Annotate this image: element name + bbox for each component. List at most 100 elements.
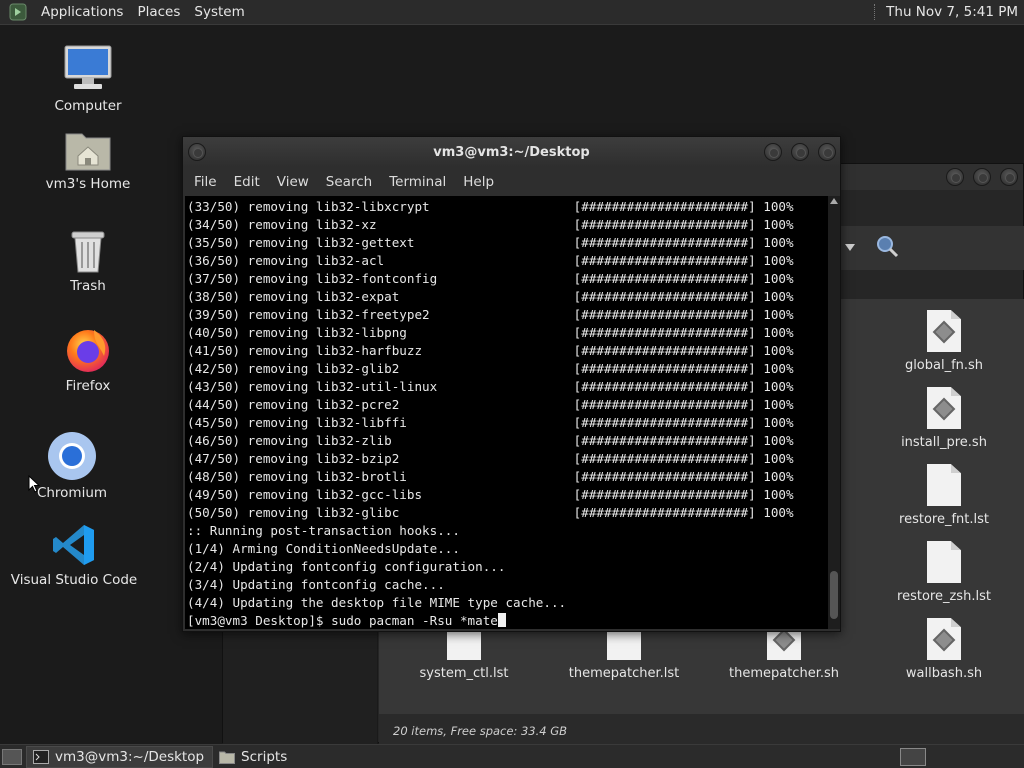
desktop-icon-label: Trash bbox=[70, 278, 106, 294]
workspace-switcher[interactable] bbox=[900, 747, 926, 766]
terminal-output[interactable]: (33/50) removing lib32-libxcrypt [######… bbox=[185, 196, 828, 629]
terminal-prompt-line[interactable]: [vm3@vm3 Desktop]$ sudo pacman -Rsu *mat… bbox=[187, 612, 828, 629]
folder-icon bbox=[219, 751, 236, 764]
terminal-line: (41/50) removing lib32-harfbuzz [#######… bbox=[187, 343, 794, 358]
search-icon[interactable] bbox=[875, 234, 899, 258]
desktop-icon-firefox[interactable]: Firefox bbox=[23, 326, 153, 394]
desktop-icon-label: Visual Studio Code bbox=[10, 572, 138, 588]
chevron-down-icon[interactable] bbox=[845, 244, 855, 252]
distro-logo-icon[interactable] bbox=[8, 3, 28, 21]
vscode-icon bbox=[9, 522, 139, 568]
file-manager-statusbar: 20 items, Free space: 33.4 GB bbox=[379, 714, 1024, 744]
home-folder-icon bbox=[23, 128, 153, 172]
file-item[interactable]: global_fn.sh bbox=[879, 310, 1009, 373]
menu-view[interactable]: View bbox=[270, 174, 316, 190]
taskbar-item-scripts[interactable]: Scripts bbox=[213, 746, 295, 768]
terminal-menubar: File Edit View Search Terminal Help bbox=[183, 167, 840, 196]
file-item[interactable]: restore_zsh.lst bbox=[879, 541, 1009, 604]
script-file-icon bbox=[927, 387, 961, 429]
terminal-line: (49/50) removing lib32-gcc-libs [#######… bbox=[187, 487, 794, 502]
terminal-line: (1/4) Arming ConditionNeedsUpdate... bbox=[187, 541, 460, 556]
terminal-line: (2/4) Updating fontconfig configuration.… bbox=[187, 559, 506, 574]
desktop-icon-computer[interactable]: Computer bbox=[23, 44, 153, 114]
menu-search[interactable]: Search bbox=[319, 174, 379, 190]
desktop-icon-home[interactable]: vm3's Home bbox=[23, 128, 153, 192]
taskbar-item-terminal[interactable]: vm3@vm3:~/Desktop bbox=[26, 745, 214, 768]
file-name: restore_zsh.lst bbox=[897, 589, 991, 604]
terminal-line: (40/50) removing lib32-libpng [#########… bbox=[187, 325, 794, 340]
minimize-button[interactable] bbox=[764, 143, 782, 161]
file-name: restore_fnt.lst bbox=[899, 512, 989, 527]
menu-help[interactable]: Help bbox=[456, 174, 501, 190]
mouse-pointer-icon bbox=[28, 475, 40, 493]
file-item[interactable]: install_pre.sh bbox=[879, 387, 1009, 450]
terminal-line: (47/50) removing lib32-bzip2 [##########… bbox=[187, 451, 794, 466]
terminal-line: (44/50) removing lib32-pcre2 [##########… bbox=[187, 397, 794, 412]
terminal-line: (43/50) removing lib32-util-linux [#####… bbox=[187, 379, 794, 394]
terminal-line: (35/50) removing lib32-gettext [########… bbox=[187, 235, 794, 250]
top-panel: Applications Places System Thu Nov 7, 5:… bbox=[0, 0, 1024, 25]
computer-icon bbox=[23, 44, 153, 94]
file-name: global_fn.sh bbox=[904, 358, 984, 373]
script-file-icon bbox=[927, 618, 961, 660]
file-manager-search-area bbox=[841, 226, 1024, 270]
terminal-scrollbar[interactable] bbox=[828, 196, 840, 629]
terminal-line: (36/50) removing lib32-acl [############… bbox=[187, 253, 794, 268]
scroll-up-icon[interactable] bbox=[830, 198, 838, 204]
typed-command: sudo pacman -Rsu *mate bbox=[331, 613, 498, 628]
desktop-icon-label: Chromium bbox=[36, 485, 108, 501]
terminal-titlebar[interactable]: vm3@vm3:~/Desktop bbox=[183, 137, 840, 167]
file-name: system_ctl.lst bbox=[419, 666, 509, 681]
terminal-title: vm3@vm3:~/Desktop bbox=[433, 145, 590, 160]
close-button[interactable] bbox=[818, 143, 836, 161]
terminal-line: (34/50) removing lib32-xz [#############… bbox=[187, 217, 794, 232]
window-menu-button[interactable] bbox=[188, 143, 206, 161]
terminal-line: (46/50) removing lib32-zlib [###########… bbox=[187, 433, 794, 448]
maximize-button[interactable] bbox=[791, 143, 809, 161]
terminal-line: (50/50) removing lib32-glibc [##########… bbox=[187, 505, 794, 520]
chromium-icon bbox=[7, 431, 137, 481]
file-name: themepatcher.lst bbox=[568, 666, 680, 681]
menu-edit[interactable]: Edit bbox=[227, 174, 267, 190]
terminal-line: :: Running post-transaction hooks... bbox=[187, 523, 460, 538]
terminal-line: (33/50) removing lib32-libxcrypt [######… bbox=[187, 199, 794, 214]
close-button[interactable] bbox=[1000, 168, 1018, 186]
scrollbar-thumb[interactable] bbox=[830, 571, 838, 619]
file-name: wallbash.sh bbox=[905, 666, 983, 681]
bottom-panel: vm3@vm3:~/Desktop Scripts bbox=[0, 744, 1024, 768]
file-item[interactable]: wallbash.sh bbox=[879, 618, 1009, 681]
terminal-line: (48/50) removing lib32-brotli [#########… bbox=[187, 469, 794, 484]
terminal-line: (39/50) removing lib32-freetype2 [######… bbox=[187, 307, 794, 322]
maximize-button[interactable] bbox=[973, 168, 991, 186]
text-file-icon bbox=[927, 464, 961, 506]
taskbar-item-label: Scripts bbox=[241, 748, 288, 765]
script-file-icon bbox=[927, 310, 961, 352]
desktop-icon-label: Firefox bbox=[65, 378, 111, 394]
applications-menu[interactable]: Applications bbox=[34, 4, 130, 20]
terminal-line: (3/4) Updating fontconfig cache... bbox=[187, 577, 445, 592]
file-name: themepatcher.sh bbox=[729, 666, 839, 681]
desktop-icon-label: vm3's Home bbox=[45, 176, 131, 192]
terminal-window[interactable]: vm3@vm3:~/Desktop File Edit View Search … bbox=[182, 136, 841, 632]
terminal-line: (45/50) removing lib32-libffi [#########… bbox=[187, 415, 794, 430]
shell-prompt: [vm3@vm3 Desktop]$ bbox=[187, 613, 332, 628]
file-name: install_pre.sh bbox=[901, 435, 987, 450]
terminal-line: (42/50) removing lib32-glib2 [##########… bbox=[187, 361, 794, 376]
firefox-icon bbox=[23, 326, 153, 374]
text-cursor bbox=[497, 613, 506, 627]
menu-terminal[interactable]: Terminal bbox=[382, 174, 453, 190]
menu-file[interactable]: File bbox=[187, 174, 224, 190]
desktop-icon-chromium[interactable]: Chromium bbox=[7, 431, 137, 501]
places-menu[interactable]: Places bbox=[130, 4, 187, 20]
system-menu[interactable]: System bbox=[187, 4, 251, 20]
show-desktop-icon[interactable] bbox=[2, 748, 22, 765]
clock[interactable]: Thu Nov 7, 5:41 PM bbox=[886, 4, 1024, 20]
terminal-line: (4/4) Updating the desktop file MIME typ… bbox=[187, 595, 567, 610]
desktop-icon-vscode[interactable]: Visual Studio Code bbox=[9, 522, 139, 588]
desktop-icon-label: Computer bbox=[54, 98, 122, 114]
terminal-line: (38/50) removing lib32-expat [##########… bbox=[187, 289, 794, 304]
terminal-line: (37/50) removing lib32-fontconfig [#####… bbox=[187, 271, 794, 286]
desktop-icon-trash[interactable]: Trash bbox=[23, 228, 153, 294]
minimize-button[interactable] bbox=[946, 168, 964, 186]
file-item[interactable]: restore_fnt.lst bbox=[879, 464, 1009, 527]
